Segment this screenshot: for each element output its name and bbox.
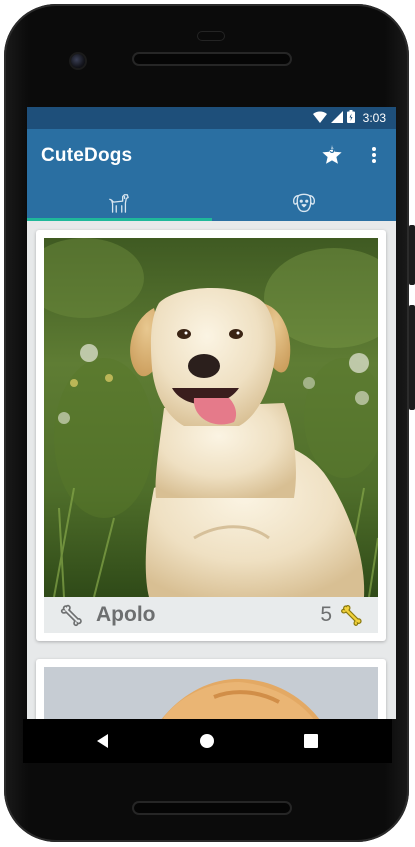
system-nav-bar <box>23 719 392 763</box>
battery-icon <box>346 110 355 126</box>
more-vert-icon <box>372 147 376 163</box>
bone-outline-icon <box>60 603 84 627</box>
volume-buttons <box>409 305 415 410</box>
dog-walking-icon <box>109 194 130 213</box>
earpiece-speaker <box>134 54 290 64</box>
nav-home-button[interactable] <box>195 729 219 753</box>
tab-bar <box>27 185 396 221</box>
favorites-count: 5 <box>329 145 335 155</box>
phone-frame: 3:03 CuteDogs 5 Apolo 5 <box>4 4 409 842</box>
tab-dogs[interactable] <box>27 185 212 221</box>
front-camera <box>71 54 85 68</box>
like-count: 5 <box>320 603 332 626</box>
back-triangle-icon <box>97 734 108 748</box>
emulator-stage: 3:03 CuteDogs 5 Apolo 5 <box>0 0 415 847</box>
power-button <box>409 225 415 285</box>
dog-face-icon <box>292 193 315 213</box>
dog-card-footer: Apolo 5 <box>44 597 378 633</box>
tab-dog-faces[interactable] <box>212 185 397 221</box>
dog-card[interactable] <box>36 659 386 719</box>
recents-square-icon <box>304 734 318 748</box>
overflow-menu-button[interactable] <box>362 143 386 167</box>
wifi-icon <box>312 110 327 126</box>
bone-icon <box>341 604 362 626</box>
app-bar: CuteDogs 5 <box>27 129 396 185</box>
status-icons: 3:03 <box>312 110 386 126</box>
home-circle-icon <box>200 734 214 748</box>
cell-signal-icon <box>330 110 343 126</box>
dog-name: Apolo <box>96 603 156 626</box>
app-actions: 5 <box>320 143 386 167</box>
bone-like-button[interactable] <box>340 603 364 627</box>
nav-back-button[interactable] <box>91 729 115 753</box>
status-bar: 3:03 <box>27 107 396 129</box>
bottom-speaker <box>134 803 290 813</box>
dog-feed: Apolo 5 <box>27 221 396 719</box>
nav-overview-button[interactable] <box>299 729 323 753</box>
status-time: 3:03 <box>362 111 386 125</box>
dog-card[interactable]: Apolo 5 <box>36 230 386 641</box>
device-screen: 3:03 CuteDogs 5 Apolo 5 <box>27 107 396 719</box>
app-title: CuteDogs <box>41 145 133 166</box>
dog-photo-labrador <box>44 238 378 597</box>
proximity-sensor <box>198 32 224 40</box>
dog-photo-puppy <box>44 667 378 719</box>
favorites-button[interactable]: 5 <box>320 143 344 167</box>
